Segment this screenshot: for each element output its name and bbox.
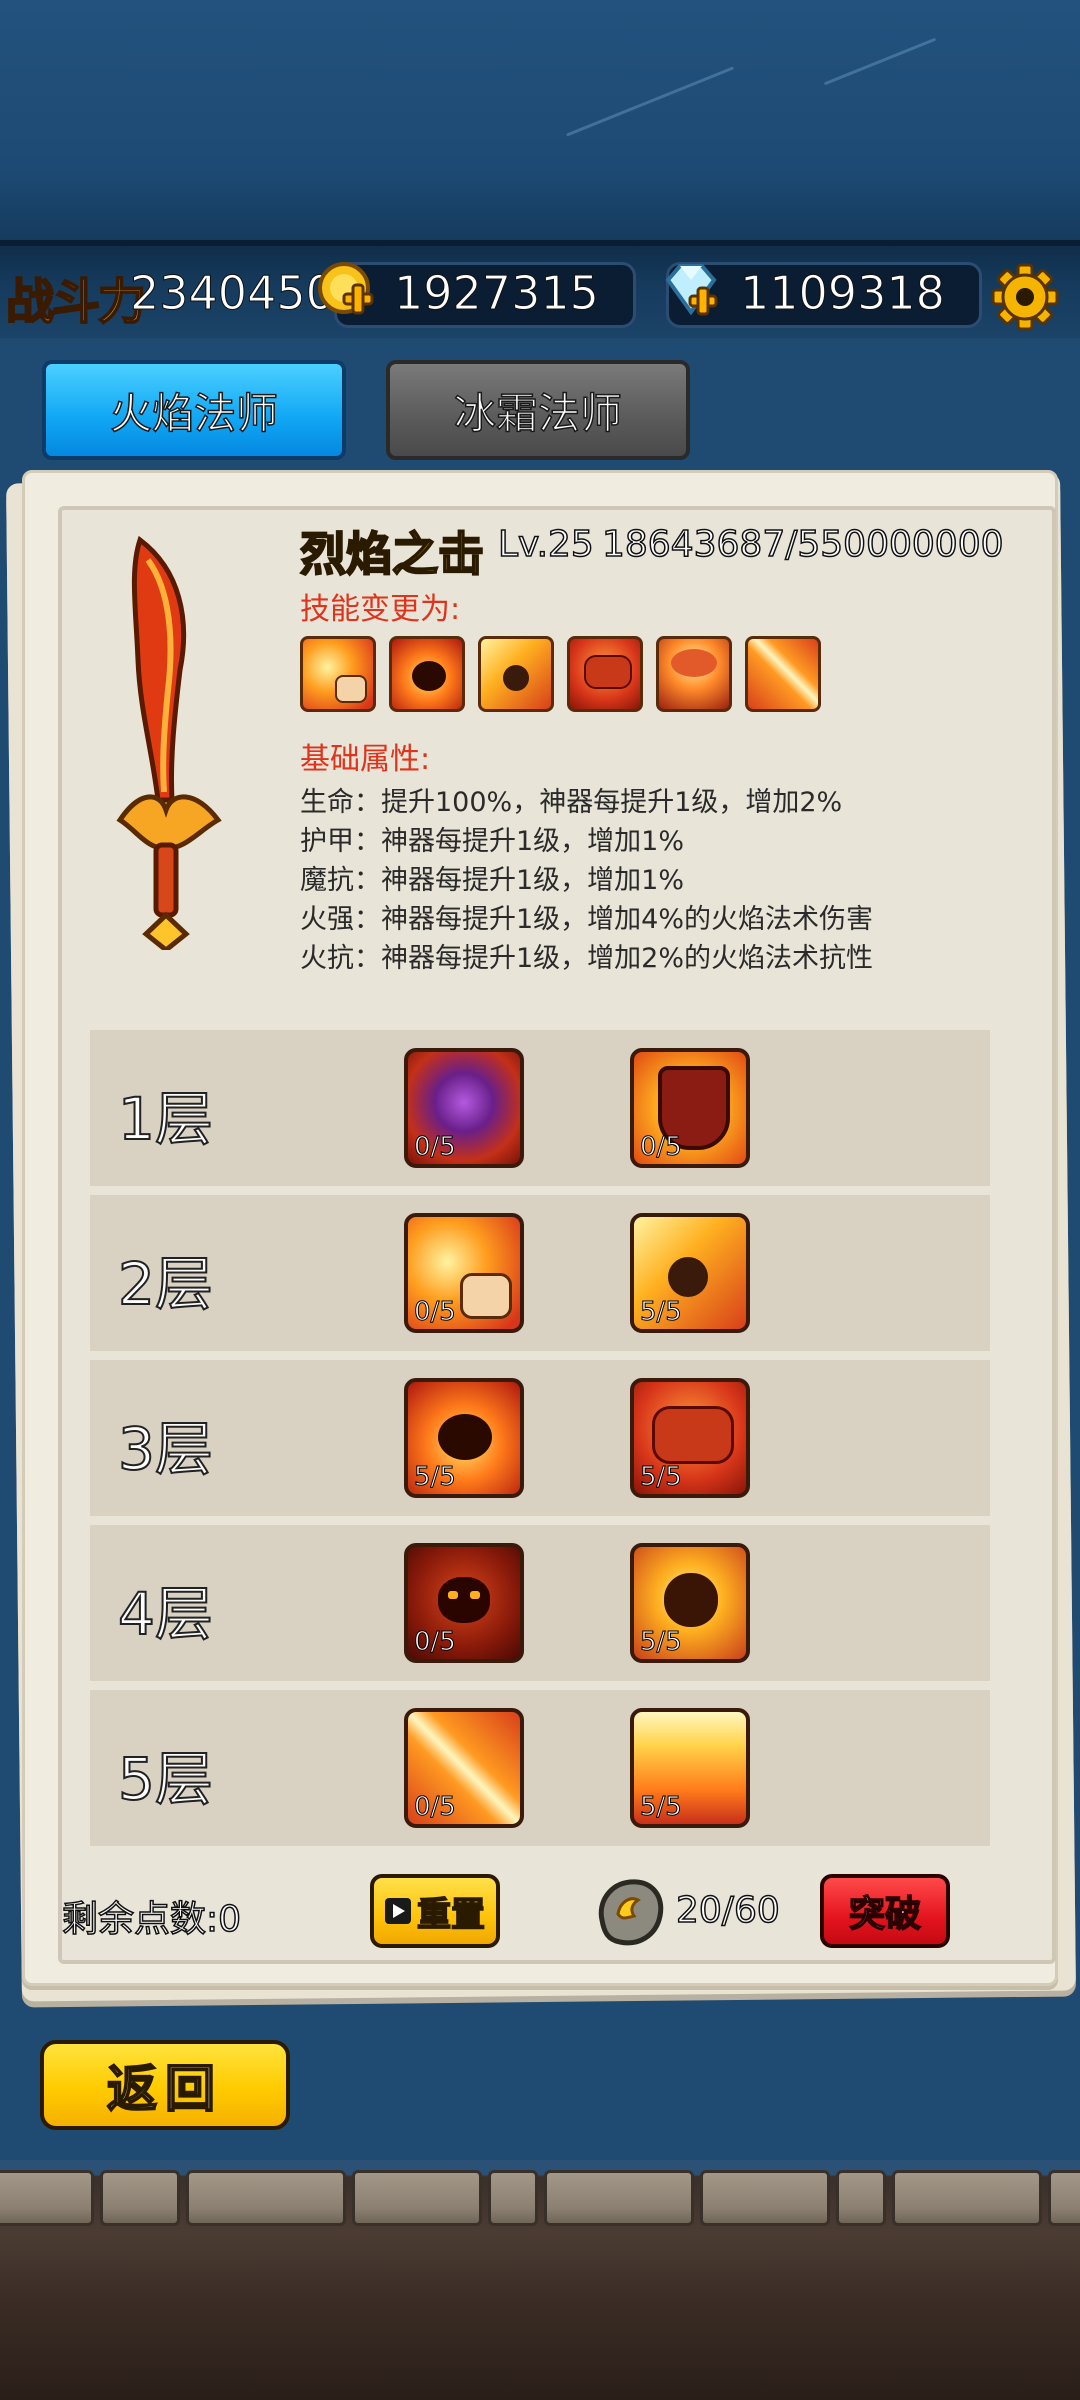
- wall-brick: [186, 2170, 346, 2226]
- gear-icon[interactable]: [990, 262, 1060, 332]
- reset-button[interactable]: 重置: [370, 1874, 500, 1948]
- stone-count: 20/60: [675, 1889, 780, 1932]
- reset-button-label: 重置: [416, 1894, 486, 1936]
- tab-fire-mage[interactable]: 火焰法师: [42, 360, 346, 460]
- fire-golem-icon: [567, 636, 643, 712]
- wall-brick: [892, 2170, 1042, 2226]
- breakthrough-button[interactable]: 突破: [820, 1874, 950, 1948]
- remaining-points: 剩余点数:0: [61, 1898, 242, 1941]
- skill-name: 烈焰之击: [299, 526, 485, 582]
- wall-brick: [836, 2170, 886, 2226]
- wall-brick: [352, 2170, 482, 2226]
- tier-label: 1层: [117, 1084, 214, 1154]
- wall-brick: [544, 2170, 694, 2226]
- top-background: [0, 0, 1080, 240]
- skill-point-count: 5/5: [640, 1297, 683, 1328]
- fire-golem-icon[interactable]: 5/5: [630, 1378, 750, 1498]
- combat-power-label: 战斗力: [5, 273, 147, 331]
- attr-magic-resist: 魔抗：神器每提升1级，增加1%: [300, 865, 685, 896]
- meteor-icon[interactable]: 5/5: [630, 1213, 750, 1333]
- fire-shield-icon[interactable]: 0/5: [630, 1048, 750, 1168]
- gold-coin-plus-icon[interactable]: [314, 258, 378, 322]
- diamond-plus-icon[interactable]: [660, 258, 724, 322]
- tab-frost-mage[interactable]: 冰霜法师: [386, 360, 690, 460]
- wall-brick: [0, 2170, 94, 2226]
- stone-wall-background: [0, 2160, 1080, 2400]
- tier-row: 1层 0/5 0/5: [90, 1030, 990, 1186]
- wall-brick: [700, 2170, 830, 2226]
- fire-spirit-icon[interactable]: 5/5: [404, 1378, 524, 1498]
- tier-row: 5层 0/5 5/5: [90, 1690, 990, 1846]
- skill-point-count: 5/5: [414, 1462, 457, 1493]
- skill-point-count: 5/5: [640, 1462, 683, 1493]
- changed-skills-row: [300, 636, 821, 712]
- gold-value: 1927315: [394, 266, 600, 321]
- fire-hand-icon: [300, 636, 376, 712]
- fire-slash-icon: [745, 636, 821, 712]
- gem-value: 1109318: [740, 266, 946, 321]
- skill-exp: 18643687/550000000: [601, 523, 1004, 566]
- skill-point-count: 0/5: [414, 1627, 457, 1658]
- attr-armor: 护甲：神器每提升1级，增加1%: [300, 826, 685, 857]
- video-ad-icon: [385, 1898, 411, 1924]
- combat-power-value: 2340450: [130, 266, 336, 321]
- skill-point-count: 0/5: [414, 1132, 457, 1163]
- attr-fire-resist: 火抗：神器每提升1级，增加2%的火焰法术抗性: [300, 943, 874, 974]
- skill-point-count: 0/5: [414, 1297, 457, 1328]
- fire-sword-artifact-icon: [116, 535, 222, 950]
- purple-gem-ring-icon[interactable]: 0/5: [404, 1048, 524, 1168]
- skill-point-count: 5/5: [640, 1792, 683, 1823]
- upgrade-stone-icon: [598, 1879, 664, 1946]
- meteor-icon: [478, 636, 554, 712]
- sky-streak: [565, 66, 735, 137]
- tier-label: 3层: [117, 1414, 214, 1484]
- fire-slash-icon[interactable]: 0/5: [404, 1708, 524, 1828]
- attr-fire-power: 火强：神器每提升1级，增加4%的火焰法术伤害: [300, 904, 874, 935]
- skill-level: Lv.25: [497, 523, 594, 566]
- fire-pillar-icon[interactable]: 5/5: [630, 1708, 750, 1828]
- attr-hp: 生命：提升100%，神器每提升1级，增加2%: [300, 787, 843, 818]
- fire-hand-icon[interactable]: 0/5: [404, 1213, 524, 1333]
- back-button[interactable]: 返回: [40, 2040, 290, 2130]
- tier-label: 2层: [117, 1249, 214, 1319]
- tier-label: 5层: [117, 1744, 214, 1814]
- wall-brick: [1048, 2170, 1080, 2226]
- skill-point-count: 5/5: [640, 1627, 683, 1658]
- tier-row: 3层 5/5 5/5: [90, 1360, 990, 1516]
- fire-demon-icon[interactable]: 0/5: [404, 1543, 524, 1663]
- skill-point-count: 0/5: [640, 1132, 683, 1163]
- wall-brick: [100, 2170, 180, 2226]
- base-attr-heading: 基础属性:: [300, 742, 431, 777]
- fire-spirit-icon: [389, 636, 465, 712]
- fire-explosion-icon: [656, 636, 732, 712]
- wall-brick: [488, 2170, 538, 2226]
- tier-row: 2层 0/5 5/5: [90, 1195, 990, 1351]
- tier-label: 4层: [117, 1579, 214, 1649]
- flaming-skull-icon[interactable]: 5/5: [630, 1543, 750, 1663]
- skill-change-heading: 技能变更为:: [300, 592, 461, 627]
- tier-row: 4层 0/5 5/5: [90, 1525, 990, 1681]
- skill-point-count: 0/5: [414, 1792, 457, 1823]
- sky-streak: [823, 37, 937, 86]
